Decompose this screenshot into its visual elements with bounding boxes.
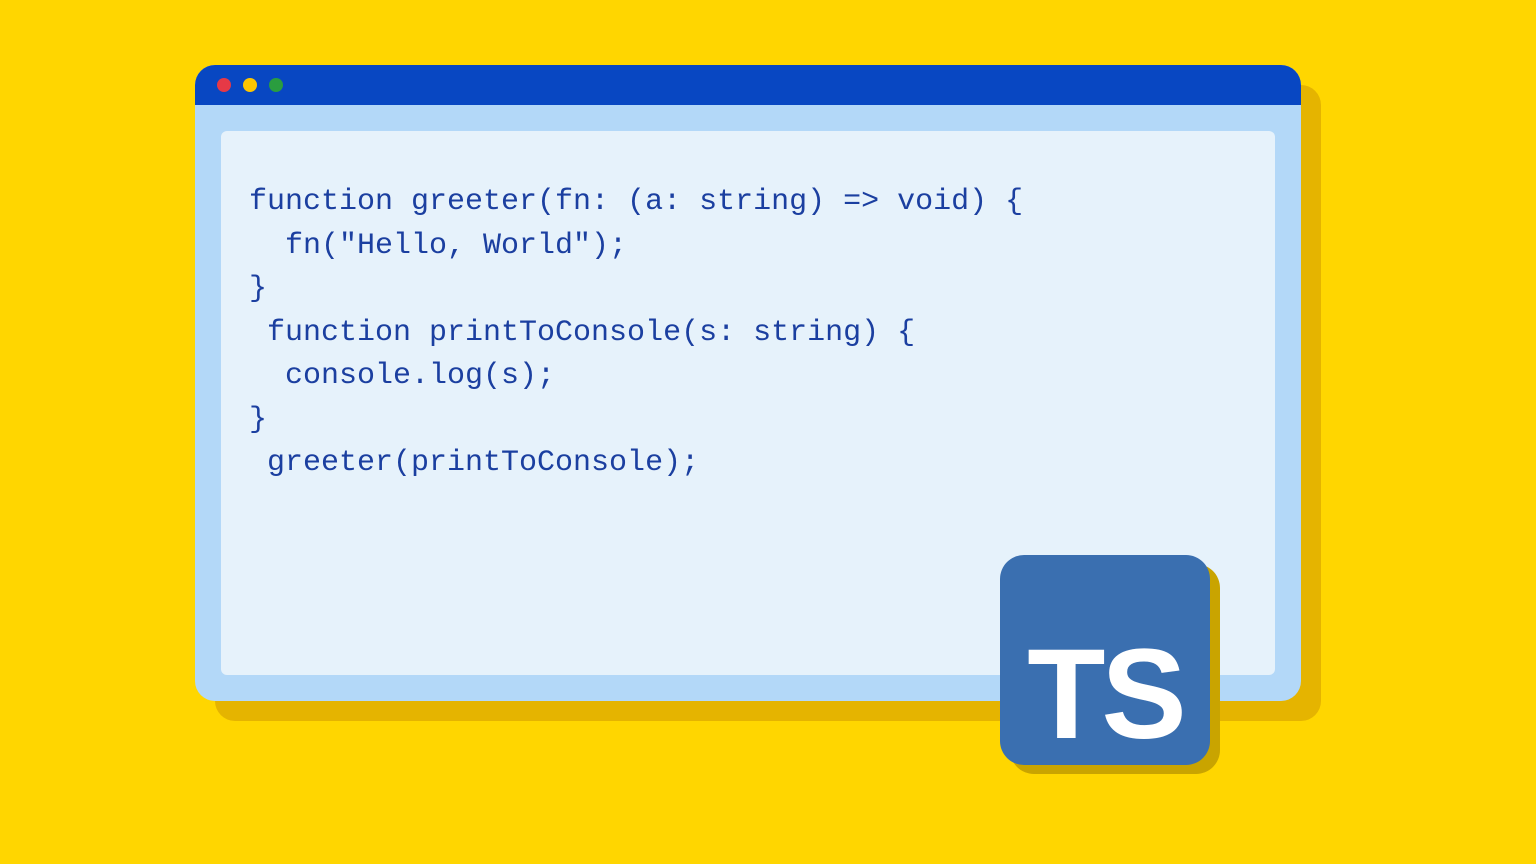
typescript-logo-text: TS xyxy=(1027,631,1183,759)
code-line: } xyxy=(249,399,1247,443)
minimize-icon[interactable] xyxy=(243,78,257,92)
close-icon[interactable] xyxy=(217,78,231,92)
zoom-icon[interactable] xyxy=(269,78,283,92)
illustration-canvas: function greeter(fn: (a: string) => void… xyxy=(0,0,1536,864)
code-line: console.log(s); xyxy=(249,355,1247,399)
code-block: function greeter(fn: (a: string) => void… xyxy=(249,181,1247,486)
code-line: greeter(printToConsole); xyxy=(249,442,1247,486)
titlebar xyxy=(195,65,1301,105)
typescript-logo-icon: TS xyxy=(1000,555,1210,765)
code-line: function greeter(fn: (a: string) => void… xyxy=(249,181,1247,225)
code-line: fn("Hello, World"); xyxy=(249,225,1247,269)
code-line: function printToConsole(s: string) { xyxy=(249,312,1247,356)
code-line: } xyxy=(249,268,1247,312)
